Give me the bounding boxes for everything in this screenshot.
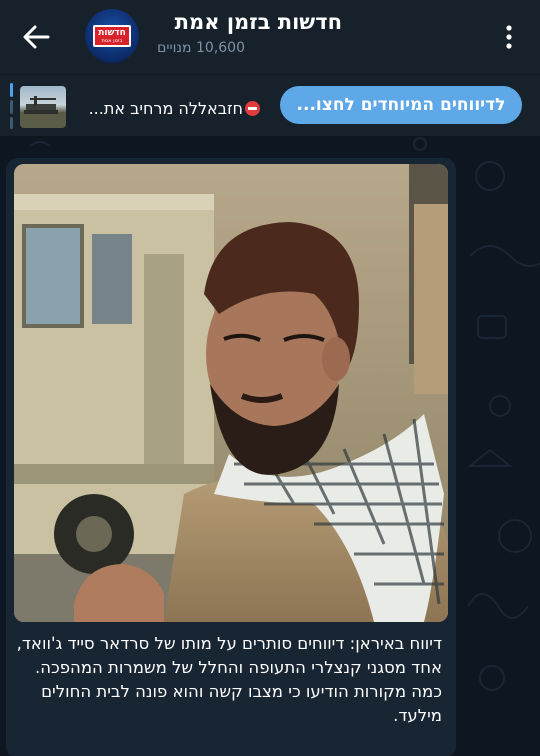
message-photo[interactable] [14, 164, 448, 622]
back-arrow-icon[interactable] [22, 24, 50, 50]
message-bubble[interactable]: דיווח באיראן: דיווחים סותרים על מותו של … [6, 158, 456, 756]
pinned-indicator [10, 83, 13, 129]
channel-avatar[interactable]: חדשות בזמן אמת [85, 9, 139, 63]
channel-logo: חדשות בזמן אמת [93, 25, 131, 47]
chat-area[interactable]: דיווח באיראן: דיווחים סותרים על מותו של … [0, 136, 540, 756]
no-entry-icon [245, 101, 260, 116]
channel-logo-text: חדשות [98, 27, 126, 38]
message-caption: דיווח באיראן: דיווחים סותרים על מותו של … [16, 634, 442, 725]
more-vertical-icon[interactable] [500, 24, 518, 50]
pinned-text-label: חזבאללה מרחיב את... [88, 99, 243, 118]
pinned-thumbnail [20, 86, 66, 128]
channel-title[interactable]: חדשות בזמן אמת [175, 10, 342, 34]
pinned-message-text[interactable]: חזבאללה מרחיב את... [89, 99, 260, 118]
chat-header: חדשות בזמן אמת חדשות בזמן אמת 10,600 מנו… [0, 0, 540, 74]
subscriber-count: 10,600 מנויים [157, 40, 245, 56]
channel-logo-subtext: בזמן אמת [101, 37, 123, 44]
special-reports-button[interactable]: לדיווחים המיוחדים לחצו... [280, 86, 522, 124]
